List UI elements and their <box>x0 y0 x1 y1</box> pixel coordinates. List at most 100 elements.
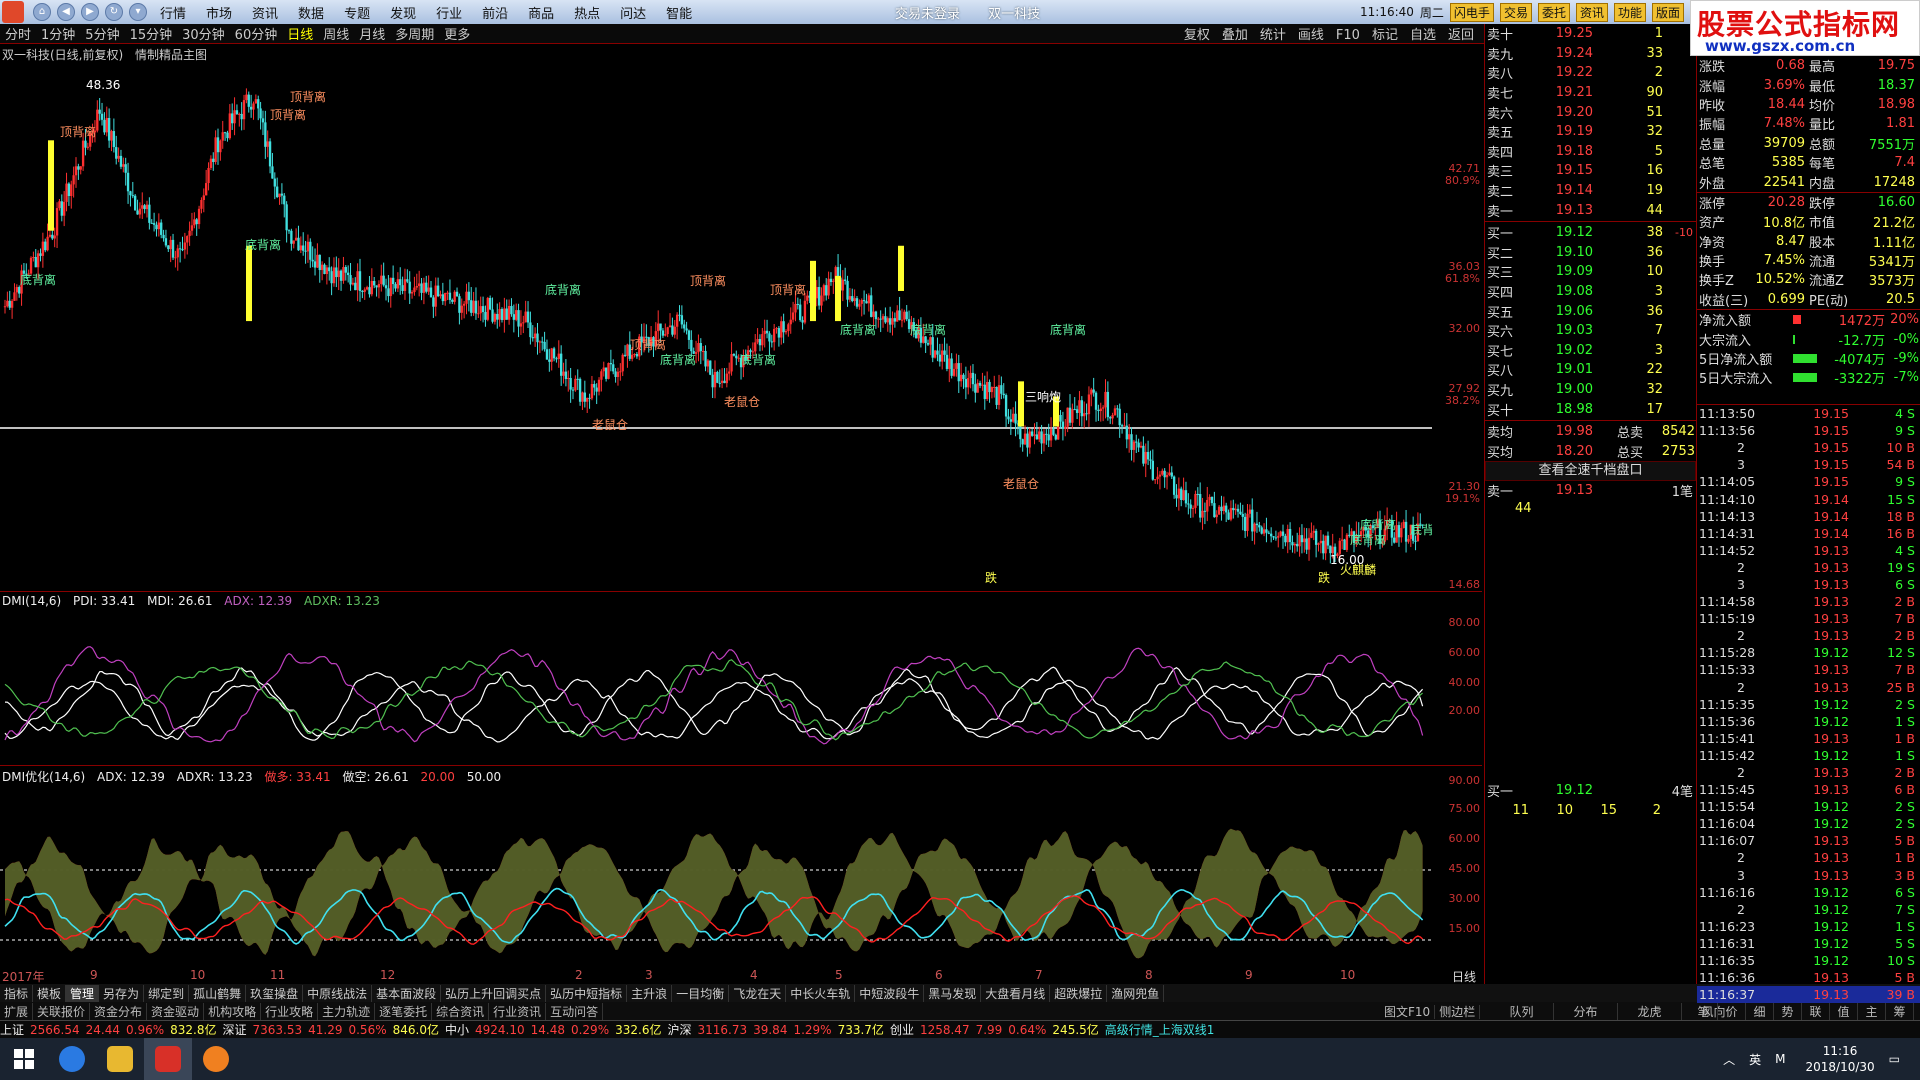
period-tab-0[interactable]: 分时 <box>5 28 31 43</box>
tool-7[interactable]: 返回 <box>1448 28 1474 43</box>
period-tab-4[interactable]: 30分钟 <box>182 28 225 43</box>
ask-row[interactable]: 卖二 19.14 19 <box>1485 181 1696 201</box>
tick-row[interactable]: 11:15:54 19.12 2 S <box>1697 798 1920 815</box>
tick-row[interactable]: 11:14:10 19.14 15 S <box>1697 490 1920 507</box>
home-icon[interactable]: ⌂ <box>33 3 51 21</box>
input-language[interactable]: 英 <box>1749 1051 1761 1068</box>
f10-tab[interactable]: 图文F10 <box>1380 1004 1436 1019</box>
trading-app-icon[interactable] <box>144 1038 192 1080</box>
tool-3[interactable]: 画线 <box>1298 28 1324 43</box>
tool-5[interactable]: 标记 <box>1372 28 1398 43</box>
tick-row[interactable]: 2 19.13 25 B <box>1697 679 1920 696</box>
index-name[interactable]: 沪深 <box>667 1021 691 1038</box>
menu-item-9[interactable]: 热点 <box>574 7 600 22</box>
tick-row[interactable]: 11:15:28 19.12 12 S <box>1697 644 1920 661</box>
bid-row[interactable]: 买八 19.01 22 <box>1485 360 1696 380</box>
tick-row[interactable]: 11:13:56 19.15 9 S <box>1697 422 1920 439</box>
tick-row[interactable]: 3 19.15 54 B <box>1697 456 1920 473</box>
index-name[interactable]: 深证 <box>222 1021 246 1038</box>
tick-tab-6[interactable]: 主 <box>1858 1002 1886 1020</box>
dmi-optimized-panel[interactable]: DMI优化(14,6) ADX: 12.39 ADXR: 13.23 做多: 3… <box>0 766 1482 976</box>
func-button-1[interactable]: 交易 <box>1499 2 1532 22</box>
menu-item-1[interactable]: 市场 <box>206 7 232 22</box>
ext-tab-8[interactable]: 综合资讯 <box>432 1002 490 1020</box>
indicator-tab-16[interactable]: 黑马发现 <box>924 984 982 1002</box>
ask-row[interactable]: 卖五 19.19 32 <box>1485 122 1696 142</box>
tick-row[interactable]: 2 19.13 1 B <box>1697 849 1920 866</box>
tick-tab-7[interactable]: 筹 <box>1886 1002 1914 1020</box>
tick-row[interactable]: 11:16:23 19.12 1 S <box>1697 918 1920 935</box>
bid-row[interactable]: 买五 19.06 36 <box>1485 301 1696 321</box>
ext-tab-9[interactable]: 行业资讯 <box>489 1002 547 1020</box>
ext-tab-10[interactable]: 互动问答 <box>546 1002 604 1020</box>
browser-icon[interactable] <box>48 1038 96 1080</box>
dropdown-icon[interactable]: ▾ <box>129 3 147 21</box>
indicator-tab-17[interactable]: 大盘看月线 <box>981 984 1051 1002</box>
tick-row[interactable]: 2 19.13 19 S <box>1697 559 1920 576</box>
tick-row[interactable]: 2 19.15 10 B <box>1697 439 1920 456</box>
menu-item-2[interactable]: 资讯 <box>252 7 278 22</box>
func-button-5[interactable]: 版面 <box>1652 2 1685 22</box>
indicator-tab-13[interactable]: 飞龙在天 <box>729 984 787 1002</box>
ask-row[interactable]: 卖四 19.18 5 <box>1485 142 1696 162</box>
indicator-tab-18[interactable]: 超跌爆拉 <box>1050 984 1108 1002</box>
tick-row[interactable]: 11:15:36 19.12 1 S <box>1697 713 1920 730</box>
menu-item-4[interactable]: 专题 <box>344 7 370 22</box>
period-tab-8[interactable]: 月线 <box>359 28 385 43</box>
login-status[interactable]: 交易未登录 <box>895 7 960 22</box>
indicator-tab-3[interactable]: 另存为 <box>99 984 145 1002</box>
menu-item-7[interactable]: 前沿 <box>482 7 508 22</box>
menu-item-6[interactable]: 行业 <box>436 7 462 22</box>
tick-row[interactable]: 11:15:35 19.12 2 S <box>1697 696 1920 713</box>
sidebar-tab[interactable]: 侧边栏 <box>1435 1004 1481 1019</box>
tick-row[interactable]: 11:15:19 19.13 7 B <box>1697 610 1920 627</box>
menu-item-5[interactable]: 发现 <box>390 7 416 22</box>
chevron-up-icon[interactable]: ︿ <box>1723 1051 1735 1068</box>
menu-item-10[interactable]: 问达 <box>620 7 646 22</box>
ext-tab-3[interactable]: 资金驱动 <box>147 1002 205 1020</box>
quote-tab-1[interactable]: 分布 <box>1554 1002 1618 1020</box>
bid-row[interactable]: 买三 19.09 10 <box>1485 262 1696 282</box>
quote-tab-0[interactable]: 队列 <box>1490 1002 1554 1020</box>
notification-icon[interactable]: ▭ <box>1889 1052 1900 1066</box>
tick-tab-2[interactable]: 细 <box>1746 1002 1774 1020</box>
indicator-tab-4[interactable]: 绑定到 <box>144 984 190 1002</box>
tick-row[interactable]: 11:14:31 19.14 16 B <box>1697 525 1920 542</box>
index-name[interactable]: 中小 <box>445 1021 469 1038</box>
menu-item-3[interactable]: 数据 <box>298 7 324 22</box>
func-button-2[interactable]: 委托 <box>1537 2 1570 22</box>
indicator-tab-6[interactable]: 玖玺操盘 <box>246 984 304 1002</box>
tick-row[interactable]: 11:13:50 19.15 4 S <box>1697 405 1920 422</box>
ask-row[interactable]: 卖三 19.15 16 <box>1485 161 1696 181</box>
bid-row[interactable]: 买九 19.00 32 <box>1485 380 1696 400</box>
ext-tab-7[interactable]: 逐笔委托 <box>375 1002 433 1020</box>
indicator-tab-0[interactable]: 指标 <box>0 984 34 1002</box>
tick-row[interactable]: 11:15:33 19.13 7 B <box>1697 661 1920 678</box>
indicator-tab-8[interactable]: 基本面波段 <box>372 984 442 1002</box>
tick-row[interactable]: 11:14:58 19.13 2 B <box>1697 593 1920 610</box>
tick-row[interactable]: 2 19.12 7 S <box>1697 901 1920 918</box>
period-tab-7[interactable]: 周线 <box>323 28 349 43</box>
menu-item-0[interactable]: 行情 <box>160 7 186 22</box>
func-button-0[interactable]: 闪电手 <box>1449 2 1494 22</box>
ask-row[interactable]: 卖七 19.21 90 <box>1485 83 1696 103</box>
quote-tab-2[interactable]: 龙虎 <box>1618 1002 1682 1020</box>
index-name[interactable]: 上证 <box>0 1021 24 1038</box>
ask-row[interactable]: 卖一 19.13 44 <box>1485 200 1696 220</box>
indicator-tab-19[interactable]: 渔网兜鱼 <box>1107 984 1165 1002</box>
ext-tab-1[interactable]: 关联报价 <box>33 1002 91 1020</box>
menu-item-8[interactable]: 商品 <box>528 7 554 22</box>
bid-row[interactable]: 买六 19.03 7 <box>1485 321 1696 341</box>
bid-row[interactable]: 买十 18.98 17 <box>1485 399 1696 419</box>
tick-row[interactable]: 11:16:36 19.13 5 B <box>1697 969 1920 986</box>
ask-row[interactable]: 卖六 19.20 51 <box>1485 102 1696 122</box>
indicator-tab-9[interactable]: 弘历上升回调买点 <box>441 984 547 1002</box>
tick-row[interactable]: 11:16:31 19.12 5 S <box>1697 935 1920 952</box>
tick-row[interactable]: 11:15:45 19.13 6 B <box>1697 781 1920 798</box>
indicator-tab-14[interactable]: 中长火车轨 <box>786 984 856 1002</box>
media-icon[interactable] <box>192 1038 240 1080</box>
func-button-4[interactable]: 功能 <box>1613 2 1646 22</box>
period-tab-2[interactable]: 5分钟 <box>85 28 119 43</box>
tick-tab-3[interactable]: 势 <box>1774 1002 1802 1020</box>
period-tab-1[interactable]: 1分钟 <box>41 28 75 43</box>
